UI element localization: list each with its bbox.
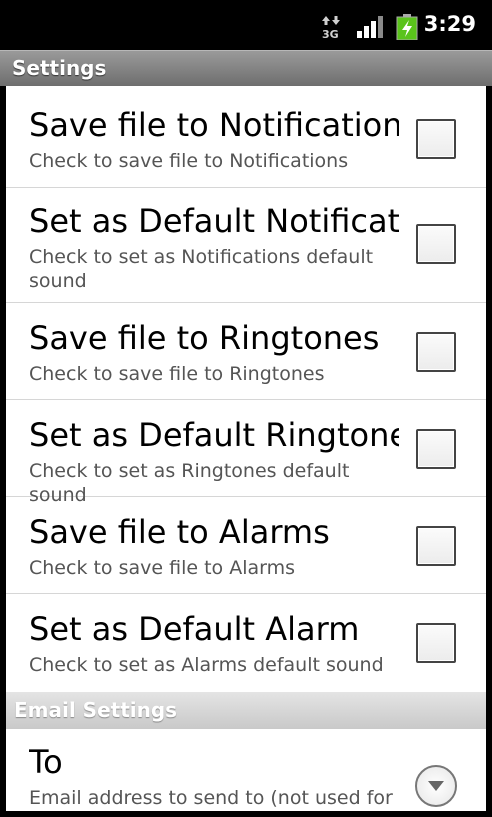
section-header-email: Email Settings bbox=[6, 692, 486, 729]
pref-title: Save file to Notifications bbox=[29, 106, 399, 144]
section-header-label: Email Settings bbox=[14, 698, 178, 722]
pref-summary: Check to save file to Alarms bbox=[29, 557, 296, 579]
pref-default-ringtones[interactable]: Set as Default Ringtones Check to set as… bbox=[6, 400, 486, 506]
pref-title: Set as Default Ringtones bbox=[29, 416, 399, 454]
pref-title: Set as Default Alarm bbox=[29, 610, 360, 648]
checkbox-save-ringtones[interactable] bbox=[416, 332, 456, 372]
pref-summary: Check to save file to Ringtones bbox=[29, 363, 325, 385]
pref-title: To bbox=[29, 743, 63, 781]
pref-save-alarms[interactable]: Save file to Alarms Check to save file t… bbox=[6, 497, 486, 594]
pref-default-alarm[interactable]: Set as Default Alarm Check to set as Ala… bbox=[6, 594, 486, 692]
network-type-label: 3G bbox=[322, 28, 339, 40]
email-to-dropdown-button[interactable] bbox=[415, 765, 457, 807]
pref-title: Save file to Alarms bbox=[29, 513, 330, 551]
checkbox-save-notifications[interactable] bbox=[416, 119, 456, 159]
preferences-list[interactable]: Save file to Notifications Check to save… bbox=[6, 86, 486, 811]
pref-email-to[interactable]: To Email address to send to (not used fo… bbox=[6, 729, 486, 811]
battery-charging-icon bbox=[396, 14, 418, 40]
checkbox-default-notification[interactable] bbox=[416, 224, 456, 264]
pref-summary: Email address to send to (not used for bbox=[29, 787, 393, 809]
signal-strength-icon bbox=[357, 16, 383, 38]
pref-title: Save file to Ringtones bbox=[29, 319, 380, 357]
pref-save-notifications[interactable]: Save file to Notifications Check to save… bbox=[6, 86, 486, 188]
settings-frame: Save file to Notifications Check to save… bbox=[0, 86, 492, 817]
page-title: Settings bbox=[12, 56, 107, 80]
pref-default-notification[interactable]: Set as Default Notification Check to set… bbox=[6, 188, 486, 303]
pref-save-ringtones[interactable]: Save file to Ringtones Check to save fil… bbox=[6, 303, 486, 400]
pref-summary: Check to set as Notifications default so… bbox=[29, 246, 374, 292]
status-bar: 3G 3:29 bbox=[0, 0, 492, 50]
pref-summary: Check to save file to Notifications bbox=[29, 150, 349, 172]
checkbox-default-ringtones[interactable] bbox=[416, 429, 456, 469]
chevron-down-icon bbox=[428, 781, 444, 791]
checkbox-default-alarm[interactable] bbox=[416, 623, 456, 663]
clock: 3:29 bbox=[423, 12, 476, 36]
checkbox-save-alarms[interactable] bbox=[416, 526, 456, 566]
pref-summary: Check to set as Alarms default sound bbox=[29, 654, 384, 676]
title-bar: Settings bbox=[0, 50, 492, 86]
pref-title: Set as Default Notification bbox=[29, 202, 399, 240]
network-3g-icon: 3G bbox=[322, 16, 340, 40]
